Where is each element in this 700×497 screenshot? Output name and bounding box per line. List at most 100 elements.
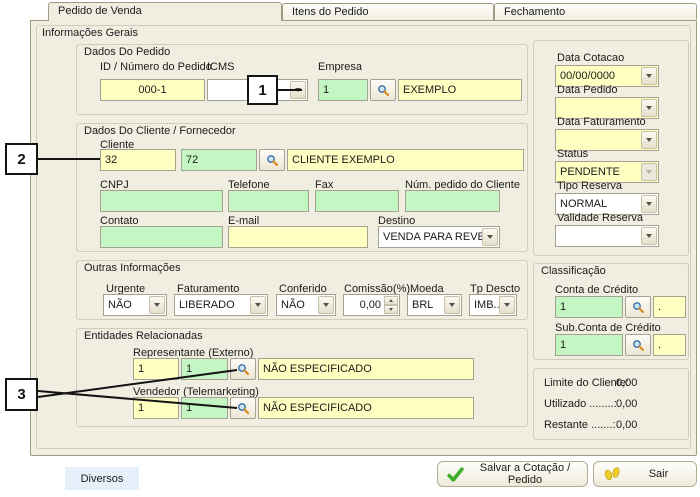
contato-field[interactable] [100,226,223,248]
conta-credito-desc-field[interactable]: . [653,296,686,318]
conta-credito-label: Conta de Crédito [555,284,638,296]
chevron-down-icon [323,303,329,307]
chevron-down-icon [646,138,652,142]
validade-reserva-dropdown-button[interactable] [641,227,657,245]
data-pedido-dropdown-button[interactable] [641,99,657,117]
restante-row: Restante .......: 0,00 [544,419,682,431]
chevron-down-icon [449,303,455,307]
representante-code-field[interactable]: 1 [133,358,179,380]
data-faturamento-label: Data Faturamento [557,116,646,128]
empresa-label: Empresa [318,61,362,73]
conta-credito-code-field[interactable]: 1 [555,296,623,318]
diversos-button[interactable]: Diversos [65,467,139,490]
moeda-dropdown-button[interactable] [444,296,460,314]
data-cotacao-dropdown-button[interactable] [641,67,657,85]
chevron-down-icon [646,170,652,174]
cliente-loja-field[interactable]: 72 [181,149,257,171]
data-pedido-label: Data Pedido [557,84,618,96]
conferido-combo[interactable]: NÃO [276,294,336,316]
id-numero-pedido-field[interactable]: 000-1 [100,79,205,101]
check-icon [447,467,464,482]
conferido-dropdown-button[interactable] [318,296,334,314]
callout-3: 3 [5,378,38,411]
chevron-down-icon [504,303,510,307]
utilizado-row: Utilizado ........: 0,00 [544,398,682,410]
tab-pedido-de-venda[interactable]: Pedido de Venda [48,2,282,21]
cliente-nome-field[interactable]: CLIENTE EXEMPLO [287,149,524,171]
tp-descto-dropdown-button[interactable] [499,296,515,314]
destino-dropdown-button[interactable] [482,228,498,246]
data-cotacao-label: Data Cotacao [557,52,624,64]
limite-cliente-value: 0,00 [616,377,637,389]
status-label: Status [557,148,588,160]
sair-button[interactable]: Sair [593,461,697,487]
vendedor-nome-field[interactable]: NÃO ESPECIFICADO [258,397,474,419]
destino-combo[interactable]: VENDA PARA REVEN... [378,226,500,248]
faturamento-value: LIBERADO [179,299,235,311]
subconta-credito-code-field[interactable]: 1 [555,334,623,356]
classificacao-title: Classificação [541,265,606,277]
email-field[interactable] [228,226,368,248]
chevron-down-icon [646,234,652,238]
limite-cliente-row: Limite do Cliente: 0,00 [544,377,682,389]
cliente-search-button[interactable] [259,149,285,171]
representante-search-button[interactable] [230,358,256,380]
tp-descto-combo[interactable]: IMB... [469,294,517,316]
sair-button-label: Sair [630,468,687,480]
footprints-icon [603,466,622,482]
vendedor-search-button[interactable] [230,397,256,419]
subconta-credito-search-button[interactable] [625,334,651,356]
utilizado-value: 0,00 [616,398,637,410]
comissao-spinner[interactable]: 0,00 [343,294,400,316]
search-icon [377,84,390,97]
cnpj-field[interactable] [100,190,223,212]
icms-label: ICMS [207,61,235,73]
conta-credito-search-button[interactable] [625,296,651,318]
tab-itens-do-pedido[interactable]: Itens do Pedido [282,3,494,20]
data-faturamento-dropdown-button[interactable] [641,131,657,149]
comissao-spin-up-button[interactable] [384,296,398,305]
validade-reserva-combo[interactable] [555,225,659,247]
faturamento-combo[interactable]: LIBERADO [174,294,268,316]
conferido-value: NÃO [281,299,305,311]
salvar-button-label: Salvar a Cotação / Pedido [472,462,578,486]
chevron-down-icon [255,303,261,307]
status-value: PENDENTE [560,166,620,178]
search-icon [237,402,250,415]
empresa-name-field[interactable]: EXEMPLO [398,79,522,101]
chevron-down-icon [646,202,652,206]
icms-dropdown-button[interactable] [290,81,306,99]
dados-do-pedido-title: Dados Do Pedido [84,46,170,58]
utilizado-label: Utilizado ........: [544,398,617,410]
salvar-cotacao-pedido-button[interactable]: Salvar a Cotação / Pedido [437,461,588,487]
search-icon [266,154,279,167]
chevron-up-icon [389,299,393,302]
urgente-combo[interactable]: NÃO [103,294,167,316]
chevron-down-icon [646,74,652,78]
search-icon [632,339,645,352]
empresa-search-button[interactable] [370,79,396,101]
fax-field[interactable] [315,190,399,212]
chevron-down-icon [389,308,393,311]
cliente-code-field[interactable]: 32 [100,149,176,171]
pedido-de-venda-window: Pedido de Venda Itens do Pedido Fechamen… [0,0,700,497]
empresa-code-field[interactable]: 1 [318,79,368,101]
callout-1: 1 [247,75,278,105]
comissao-spin-down-button[interactable] [384,305,398,314]
tab-fechamento[interactable]: Fechamento [494,3,697,20]
urgente-dropdown-button[interactable] [149,296,165,314]
vendedor-loja-field[interactable]: 1 [181,397,228,419]
faturamento-dropdown-button[interactable] [250,296,266,314]
tipo-reserva-label: Tipo Reserva [557,180,622,192]
vendedor-code-field[interactable]: 1 [133,397,179,419]
representante-loja-field[interactable]: 1 [181,358,228,380]
dados-cliente-title: Dados Do Cliente / Fornecedor [84,125,236,137]
status-dropdown-button [641,163,657,181]
tipo-reserva-dropdown-button[interactable] [641,195,657,213]
telefone-field[interactable] [228,190,309,212]
subconta-credito-desc-field[interactable]: . [653,334,686,356]
representante-nome-field[interactable]: NÃO ESPECIFICADO [258,358,474,380]
chevron-down-icon [646,106,652,110]
moeda-combo[interactable]: BRL [407,294,462,316]
num-pedido-cliente-field[interactable] [405,190,500,212]
